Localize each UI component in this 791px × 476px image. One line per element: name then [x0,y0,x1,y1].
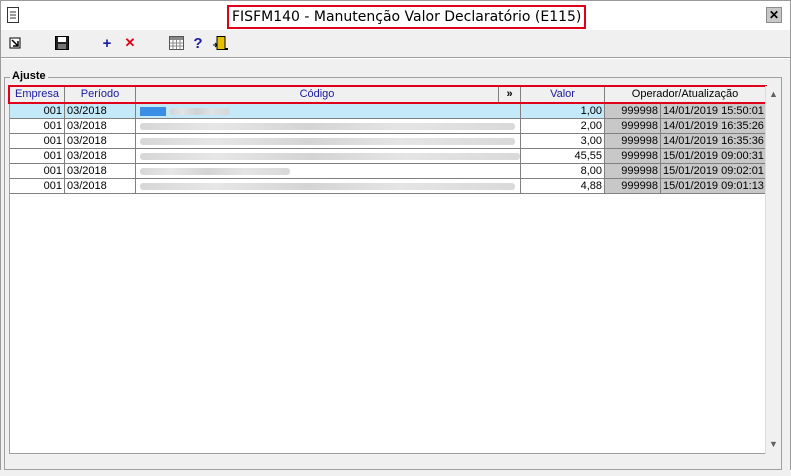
document-icon [7,7,19,23]
cell-periodo[interactable]: 03/2018 [65,119,136,134]
toolbar-separator-highlight [1,58,790,59]
column-header-codigo[interactable]: Código [136,87,499,103]
cell-operador: 999998 [605,104,661,119]
cell-atualizacao: 14/01/2019 16:35:26 [661,119,766,134]
exit-arrow-icon[interactable] [7,35,23,51]
cell-atualizacao: 14/01/2019 16:35:36 [661,134,766,149]
scroll-down-icon[interactable]: ▼ [766,437,781,452]
cell-valor[interactable]: 1,00 [521,104,605,119]
cell-valor[interactable]: 3,00 [521,134,605,149]
table-row[interactable]: 001 03/2018 2,00 999998 14/01/2019 16:35… [10,119,766,134]
cell-empresa[interactable]: 001 [10,179,65,194]
table-row[interactable]: 001 03/2018 1,00 999998 14/01/2019 15:50… [10,104,766,119]
cell-atualizacao: 15/01/2019 09:02:01 [661,164,766,179]
column-header-empresa[interactable]: Empresa [10,87,65,103]
cell-codigo-redacted[interactable] [136,179,521,194]
window-title: FISFM140 - Manutenção Valor Declaratório… [227,5,587,29]
column-header-operador-atualizacao[interactable]: Operador/Atualização [605,87,766,103]
table-row[interactable]: 001 03/2018 4,88 999998 15/01/2019 09:01… [10,179,766,194]
cell-operador: 999998 [605,119,661,134]
redaction-blur [170,108,230,115]
cell-periodo[interactable]: 03/2018 [65,149,136,164]
save-icon[interactable] [54,35,70,51]
table-row[interactable]: 001 03/2018 8,00 999998 15/01/2019 09:02… [10,164,766,179]
cell-valor[interactable]: 4,88 [521,179,605,194]
cell-empresa[interactable]: 001 [10,119,65,134]
close-button[interactable]: ✕ [766,7,782,23]
cell-operador: 999998 [605,179,661,194]
calendar-icon[interactable] [168,35,184,51]
column-expand-button[interactable]: » [499,87,521,103]
ajuste-group-label: Ajuste [10,70,48,82]
cell-atualizacao: 15/01/2019 09:01:13 [661,179,766,194]
toolbar: + ✕ ? [1,31,790,55]
cell-codigo-redacted[interactable] [136,119,521,134]
cell-empresa[interactable]: 001 [10,104,65,119]
cell-empresa[interactable]: 001 [10,149,65,164]
cell-periodo[interactable]: 03/2018 [65,104,136,119]
column-header-periodo[interactable]: Período [65,87,136,103]
cell-atualizacao: 14/01/2019 15:50:01 [661,104,766,119]
cell-valor[interactable]: 45,55 [521,149,605,164]
cell-periodo[interactable]: 03/2018 [65,179,136,194]
redaction-blur [140,183,515,190]
add-icon[interactable]: + [99,35,115,52]
vertical-scrollbar[interactable]: ▲ ▼ [765,86,781,454]
cell-periodo[interactable]: 03/2018 [65,134,136,149]
cell-operador: 999998 [605,149,661,164]
cell-empresa[interactable]: 001 [10,164,65,179]
scroll-up-icon[interactable]: ▲ [766,87,781,102]
help-icon[interactable]: ? [190,35,206,52]
cell-codigo-redacted[interactable] [136,134,521,149]
redaction-blur [140,168,290,175]
redaction-mark [140,107,166,116]
cell-operador: 999998 [605,134,661,149]
cell-operador: 999998 [605,164,661,179]
status-bar [0,470,791,476]
cell-valor[interactable]: 8,00 [521,164,605,179]
title-bar: FISFM140 - Manutenção Valor Declaratório… [1,1,790,30]
table-row[interactable]: 001 03/2018 3,00 999998 14/01/2019 16:35… [10,134,766,149]
cell-codigo-redacted[interactable] [136,104,521,119]
cell-valor[interactable]: 2,00 [521,119,605,134]
redaction-blur [140,138,515,145]
cell-codigo-redacted[interactable] [136,149,521,164]
delete-icon[interactable]: ✕ [122,35,138,51]
column-header-valor[interactable]: Valor [521,87,605,103]
cell-periodo[interactable]: 03/2018 [65,164,136,179]
cell-atualizacao: 15/01/2019 09:00:31 [661,149,766,164]
horizontal-scrollbar[interactable] [9,454,781,460]
cell-empresa[interactable]: 001 [10,134,65,149]
table-row[interactable]: 001 03/2018 45,55 999998 15/01/2019 09:0… [10,149,766,164]
redaction-blur [140,153,520,160]
door-exit-icon[interactable] [213,35,229,51]
cell-codigo-redacted[interactable] [136,164,521,179]
redaction-blur [140,123,515,130]
